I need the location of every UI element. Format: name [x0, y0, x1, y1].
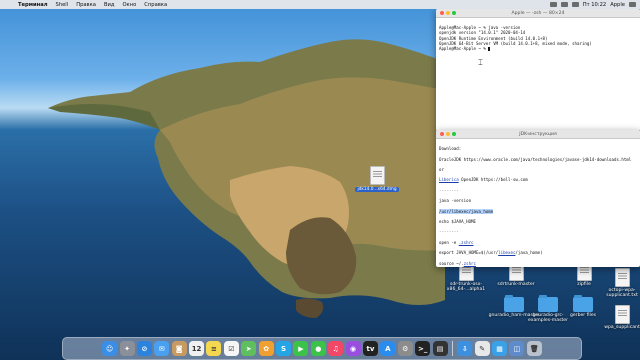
liberica-rest: OpenJDK https://bell-sw.com — [458, 177, 528, 183]
libexec-word[interactable]: libexec — [498, 250, 515, 255]
dock-notes-icon[interactable]: ≡ — [206, 341, 222, 356]
battery-icon[interactable] — [560, 2, 568, 7]
dock-terminal-icon[interactable]: >_ — [415, 341, 431, 356]
menu-view[interactable]: Вид — [100, 2, 119, 8]
menu-bar: Терминал Shell Правка Вид Окно Справка П… — [0, 0, 640, 9]
download-label: Download: — [439, 146, 462, 152]
desktop-icon-label: wpa_supplicant — [604, 325, 640, 330]
desktop-icon-label: sdrtrunk-master — [497, 282, 535, 287]
dock-app-store-icon[interactable]: A — [380, 341, 396, 356]
open-prefix: open -e — [439, 239, 459, 245]
user-name[interactable]: Apple — [610, 2, 625, 8]
document-icon — [614, 305, 630, 324]
dmg-file-icon — [369, 166, 385, 185]
export-suffix: /java_home) — [515, 250, 543, 256]
dock-finder-icon[interactable]: ☺ — [102, 341, 118, 356]
dock-divider — [451, 341, 453, 356]
or-label: or — [439, 167, 444, 173]
dock-maps-icon[interactable]: ➤ — [241, 341, 257, 356]
terminal-prompt-line: Apple@Mac-Apple ~ % — [439, 46, 637, 52]
terminal-window: Apple — -zsh — 80×24 Apple@Mac-Apple ~ %… — [436, 9, 640, 131]
textedit-titlebar[interactable]: JDK-инструкция — [436, 130, 640, 139]
dock-launchpad-icon[interactable]: ✦ — [119, 341, 135, 356]
dock-system-preferences-icon[interactable]: ⚙ — [397, 341, 413, 356]
input-source-icon[interactable] — [571, 2, 579, 7]
open-line: open -e .zshrc — [439, 240, 637, 245]
source-prefix: source ~/. — [439, 260, 464, 266]
echo-line: echo $JAVA_HOME — [439, 219, 476, 225]
folder-icon — [538, 295, 558, 312]
source-line: source ~/.zshrc — [439, 261, 637, 266]
text-cursor — [488, 47, 491, 52]
document-icon — [614, 268, 630, 287]
dock-calendar-icon[interactable]: 12 — [189, 341, 205, 356]
dock-tv-icon[interactable]: tv — [362, 341, 378, 356]
terminal-titlebar[interactable]: Apple — -zsh — 80×24 — [436, 9, 640, 18]
dock-text-edit-icon[interactable]: ✎ — [474, 341, 490, 356]
desktop-icon-label: sdr-trunk-osx-x86_64-...alpha1 — [446, 282, 486, 293]
folder-icon — [504, 295, 524, 312]
dock-downloads-icon[interactable]: ⇩ — [457, 341, 473, 356]
zshrc-word[interactable]: .zshrc — [459, 240, 474, 245]
folder-icon — [573, 295, 593, 312]
export-line: export JAVA_HOME=$(/usr/libexec/java_hom… — [439, 250, 637, 255]
textedit-title: JDK-инструкция — [519, 131, 557, 137]
dock-facetime-icon[interactable]: ▶ — [293, 341, 309, 356]
separator: -------- — [439, 229, 459, 235]
desktop-icon-wpa-supplicant[interactable]: wpa_supplicant — [596, 305, 640, 330]
menu-window[interactable]: Окно — [118, 2, 140, 8]
java-version-line: java -version — [439, 198, 472, 204]
dock-preview-icon[interactable]: ◫ — [509, 341, 525, 356]
menu-terminal[interactable]: Терминал — [14, 2, 52, 8]
menu-shell[interactable]: Shell — [52, 2, 73, 8]
dock: ☺ ✦ ⊘ ✉ ◙ 12 ≡ ☑ ➤ ✿ S ▶ ● ♫ ◉ tv A ⚙ >_ ▤ ⇩ ✎ ▦ ◫ 🗑 — [62, 337, 582, 360]
dock-podcasts-icon[interactable]: ◉ — [345, 341, 361, 356]
document-text[interactable]: Download: OracleJDK https://www.oracle.c… — [436, 139, 640, 267]
dock-reminders-icon[interactable]: ☑ — [223, 341, 239, 356]
textedit-window: JDK-инструкция Download: OracleJDK https… — [436, 130, 640, 267]
java-home-line: /usr/libexec/java_home — [439, 208, 637, 214]
dragged-dmg-file[interactable]: jdk14.0...x64.dmg — [354, 166, 400, 192]
dock-messages-icon[interactable]: ● — [310, 341, 326, 356]
oracle-link-line[interactable]: OracleJDK https://www.oracle.com/java/te… — [439, 157, 637, 162]
source-zshrc-word[interactable]: zshrc — [464, 261, 476, 266]
dock-safari-icon[interactable]: ⊘ — [136, 341, 152, 356]
export-prefix: export JAVA_HOME=$(/usr/ — [439, 250, 499, 256]
dock-mail-icon[interactable]: ✉ — [154, 341, 170, 356]
dock-activity-monitor-icon[interactable]: ▤ — [432, 341, 448, 356]
menu-edit[interactable]: Правка — [72, 2, 100, 8]
liberica-line[interactable]: Liberica OpenJDK https://bell-sw.com — [439, 177, 637, 182]
terminal-output[interactable]: Apple@Mac-Apple ~ % java -version openjdk… — [436, 18, 640, 64]
dock-gallery-icon[interactable]: ▦ — [492, 341, 508, 356]
desktop-icon-octopi-supplicant[interactable]: octopi-wpa-supplicant.txt — [596, 268, 640, 299]
wifi-icon[interactable] — [549, 2, 557, 7]
dock-trash-icon[interactable]: 🗑 — [526, 341, 542, 356]
dock-photos-icon[interactable]: ✿ — [258, 341, 274, 356]
status-area: Пт 10:22 Apple — [549, 2, 640, 8]
spotlight-icon[interactable] — [629, 2, 636, 7]
terminal-title: Apple — -zsh — 80×24 — [511, 10, 565, 16]
separator: -------- — [439, 187, 459, 193]
dock-skype-icon[interactable]: S — [276, 341, 292, 356]
java-home-selection[interactable]: /usr/libexec/java_home — [439, 208, 494, 214]
clock[interactable]: Пт 10:22 — [583, 2, 607, 8]
dock-music-icon[interactable]: ♫ — [328, 341, 344, 356]
terminal-prompt: Apple@Mac-Apple ~ % — [439, 46, 489, 52]
liberica-word[interactable]: Liberica — [439, 177, 459, 182]
mouse-cursor-icon: ⌶ — [478, 58, 483, 67]
menu-help[interactable]: Справка — [140, 2, 171, 8]
dock-contacts-icon[interactable]: ◙ — [171, 341, 187, 356]
dragged-file-label: jdk14.0...x64.dmg — [355, 187, 399, 192]
